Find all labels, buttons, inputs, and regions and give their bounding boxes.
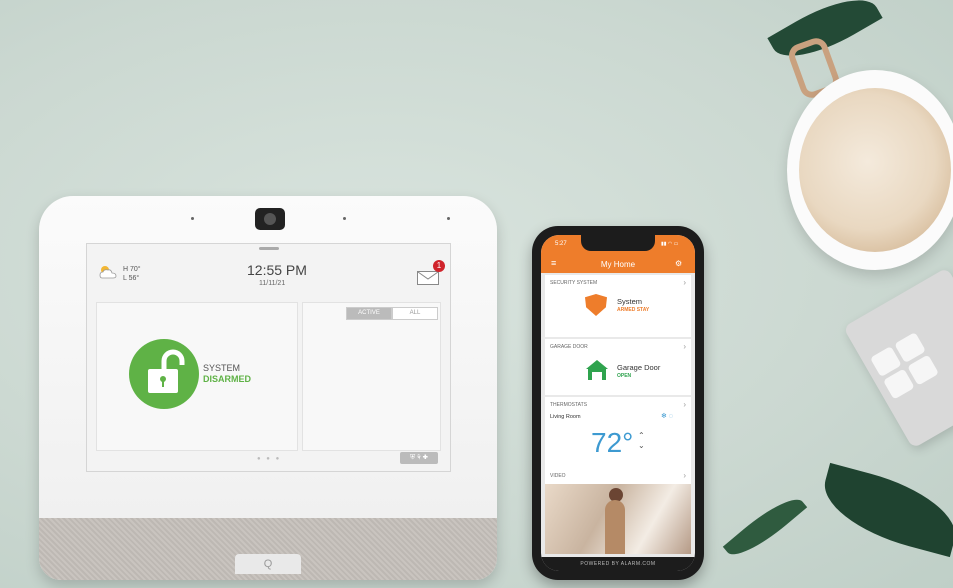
security-status: ARMED STAY <box>617 307 650 313</box>
keyboard-key <box>882 368 915 400</box>
panel-time: 12:55 PM <box>247 262 307 278</box>
garage-status: OPEN <box>617 373 632 379</box>
temp-low: L 56° <box>123 275 140 282</box>
garage-icon <box>586 360 608 380</box>
panel-date: 11/11/21 <box>259 280 286 287</box>
phone-screen: 5:27 ▮▮ ◠ ▭ ≡ My Home ⚙ SECURITY SYSTEM … <box>541 235 695 571</box>
temperature: 72° <box>591 427 634 458</box>
section-label: GARAGE DOOR <box>550 344 588 350</box>
mic-hole <box>191 217 194 220</box>
person-figure <box>605 500 625 554</box>
activity-tabs: ACTIVE ALL <box>346 307 438 320</box>
phone-notch <box>581 235 655 251</box>
tab-all[interactable]: ALL <box>392 307 438 320</box>
partly-cloudy-icon <box>99 266 117 279</box>
chevron-right-icon[interactable]: › <box>683 278 686 287</box>
room-label: Living Room <box>550 414 581 420</box>
video-card-header[interactable]: VIDEO › <box>545 468 691 484</box>
panel-screen: H 70° L 56° 12:55 PM 11/11/21 1 SYSTEM D… <box>86 243 451 472</box>
video-thumbnail[interactable] <box>545 484 691 554</box>
garage-card[interactable]: GARAGE DOOR › Garage Door OPEN <box>545 339 691 395</box>
chevron-right-icon[interactable]: › <box>683 400 686 409</box>
coffee <box>799 88 951 252</box>
keyboard <box>843 267 953 449</box>
temp-stepper[interactable]: ⌃ ⌄ <box>638 431 645 451</box>
mic-hole <box>343 217 346 220</box>
section-label: VIDEO <box>550 473 566 479</box>
mail-badge: 1 <box>433 260 445 272</box>
page-indicator: ● ● ● <box>257 456 282 462</box>
garage-item: Garage Door <box>617 363 661 372</box>
system-label: SYSTEM <box>203 363 241 373</box>
security-item: System <box>617 297 643 306</box>
snowflake-icon: ❄ ◌ <box>661 413 673 420</box>
app-title: My Home <box>600 260 636 269</box>
unlock-icon[interactable] <box>129 339 199 409</box>
disarmed-label: DISARMED <box>203 374 252 384</box>
system-status-card[interactable]: SYSTEM DISARMED <box>96 302 298 451</box>
smartphone: 5:27 ▮▮ ◠ ▭ ≡ My Home ⚙ SECURITY SYSTEM … <box>532 226 704 580</box>
chevron-right-icon[interactable]: › <box>683 342 686 351</box>
powered-by-footer: POWERED BY ALARM.COM <box>541 557 695 571</box>
coffee-cup <box>787 70 953 270</box>
tab-active[interactable]: ACTIVE <box>346 307 392 320</box>
emergency-buttons[interactable]: ⛨ ⚘ ✚ <box>400 452 438 464</box>
mail-icon[interactable] <box>417 271 439 285</box>
chevron-right-icon[interactable]: › <box>683 471 686 480</box>
activity-card: ACTIVE ALL <box>302 302 441 451</box>
status-time: 5:27 <box>555 241 567 247</box>
settings-icon[interactable]: ⚙ <box>675 259 682 268</box>
camera <box>255 208 285 230</box>
leaf-bottom-small <box>722 488 808 566</box>
section-label: THERMOSTATS <box>550 402 588 408</box>
mic-hole <box>447 217 450 220</box>
weather-temps: H 70° L 56° <box>123 265 141 283</box>
shield-icon <box>585 294 607 316</box>
keyboard-key <box>907 354 939 386</box>
leaf-bottom-right <box>814 462 953 558</box>
signal-battery-icon: ▮▮ ◠ ▭ <box>661 241 679 247</box>
drawer-handle[interactable] <box>259 247 279 250</box>
section-label: SECURITY SYSTEM <box>550 280 598 286</box>
security-card[interactable]: SECURITY SYSTEM › System ARMED STAY <box>545 275 691 337</box>
background-scene: H 70° L 56° 12:55 PM 11/11/21 1 SYSTEM D… <box>0 0 953 588</box>
security-panel: H 70° L 56° 12:55 PM 11/11/21 1 SYSTEM D… <box>39 196 497 580</box>
brand-badge: Q <box>235 554 301 574</box>
temp-high: H 70° <box>123 266 141 273</box>
